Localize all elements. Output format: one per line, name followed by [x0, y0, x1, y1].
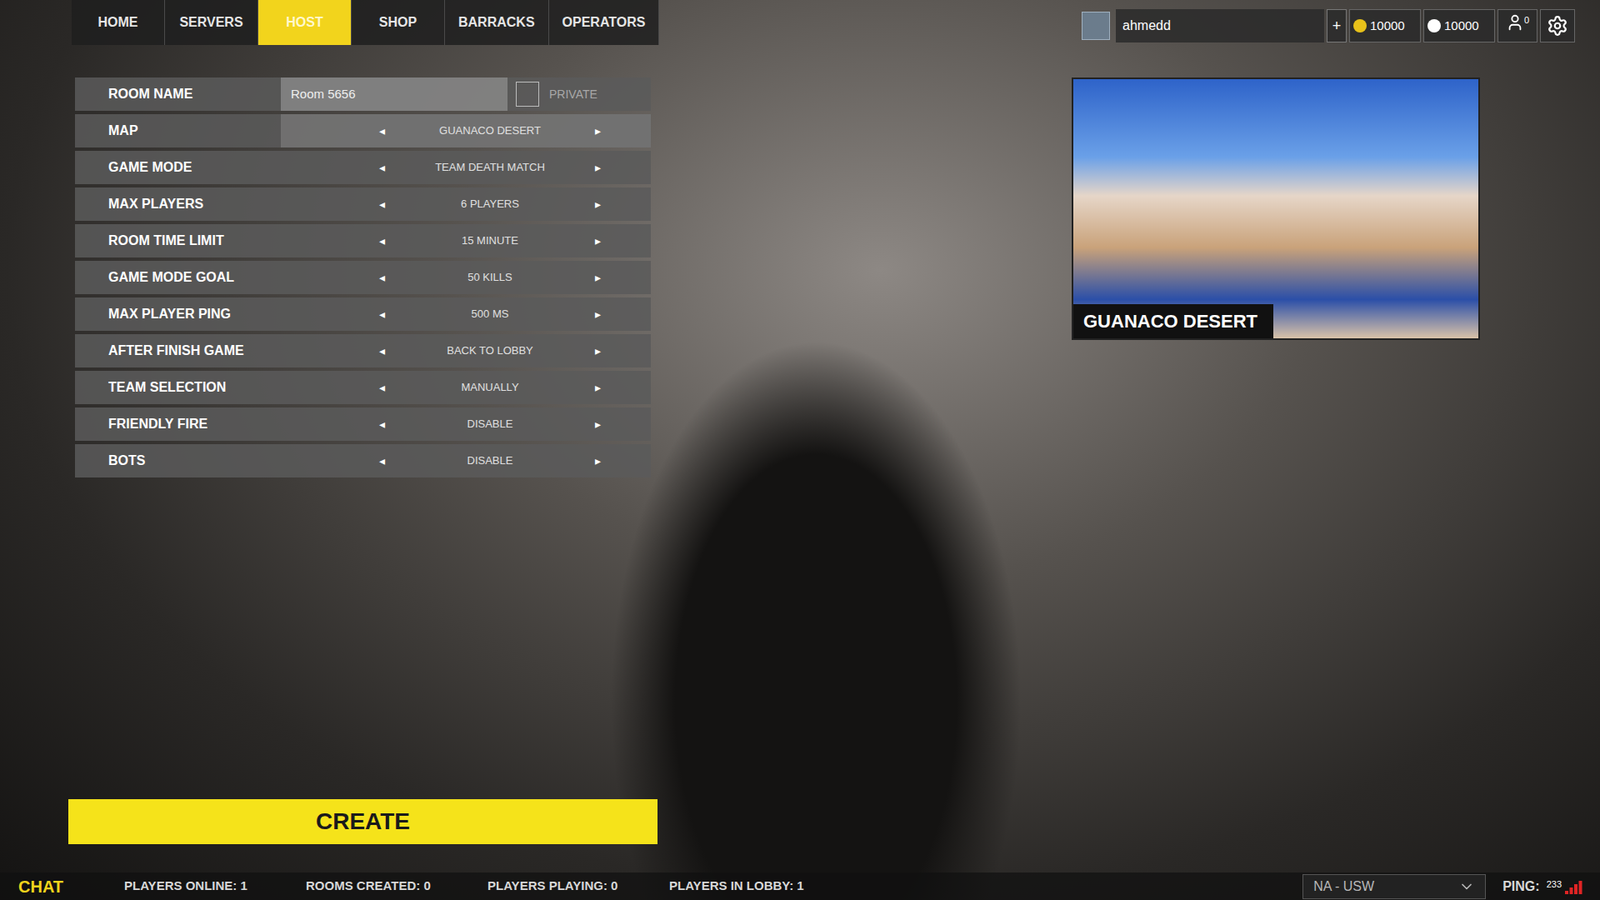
signal-icon [1565, 879, 1584, 895]
top-bar: HOMESERVERSHOSTSHOPBARRACKSOPERATORS ahme… [0, 0, 1600, 45]
stat-label: PLAYERS ONLINE: 1 [124, 876, 306, 896]
next-arrow[interactable]: ▸ [595, 379, 601, 397]
credit-icon [1427, 19, 1441, 33]
prev-arrow[interactable]: ◂ [379, 452, 385, 470]
setting-row: GAME MODE GOAL◂50 KILLS▸ [75, 260, 651, 295]
coins-display: 10000 [1349, 9, 1421, 43]
nav-tab[interactable]: OPERATORS [549, 0, 660, 45]
setting-row: MAP◂GUANACO DESERT▸ [75, 114, 651, 148]
setting-row: TEAM SELECTION◂MANUALLY▸ [75, 370, 651, 405]
create-button[interactable]: CREATE [68, 799, 658, 845]
setting-row: GAME MODE◂TEAM DEATH MATCH▸ [75, 150, 651, 185]
setting-value: 6 PLAYERS [460, 195, 520, 213]
prev-arrow[interactable]: ◂ [379, 305, 385, 324]
nav-tab[interactable]: HOST [258, 0, 352, 45]
add-currency-button[interactable]: + [1326, 9, 1347, 43]
friends-icon [1505, 13, 1525, 32]
setting-row: AFTER FINISH GAME◂BACK TO LOBBY▸ [75, 334, 651, 368]
region-dropdown[interactable]: NA - USW [1302, 874, 1486, 900]
friends-button[interactable]: 0 [1497, 9, 1538, 43]
stat-label: PLAYERS IN LOBBY: 1 [669, 876, 851, 896]
account-bar: ahmedd+10000100000 [1081, 8, 1575, 44]
next-arrow[interactable]: ▸ [595, 232, 601, 250]
map-preview: GUANACO DESERT [1071, 77, 1480, 340]
status-bar: CHATPLAYERS ONLINE: 1ROOMS CREATED: 0PLA… [0, 872, 1600, 900]
prev-arrow[interactable]: ◂ [379, 195, 385, 214]
settings-button[interactable] [1540, 9, 1575, 43]
next-arrow[interactable]: ▸ [595, 159, 601, 177]
settings-panel: ROOM NAMERoom 5656PRIVATEMAP◂GUANACO DES… [75, 77, 651, 478]
prev-arrow[interactable]: ◂ [379, 269, 385, 287]
ping-value: 233 [1546, 877, 1562, 892]
room-name-row: ROOM NAMERoom 5656PRIVATE [75, 77, 651, 111]
host-screen: HOMESERVERSHOSTSHOPBARRACKSOPERATORS ahme… [0, 0, 1600, 900]
next-arrow[interactable]: ▸ [595, 195, 601, 214]
room-name-input[interactable]: Room 5656 [280, 77, 508, 111]
nav-tab[interactable]: BARRACKS [445, 0, 550, 45]
prev-arrow[interactable]: ◂ [379, 342, 385, 360]
nav-tab[interactable]: SERVERS [165, 0, 259, 45]
next-arrow[interactable]: ▸ [595, 269, 601, 287]
setting-value: TEAM DEATH MATCH [435, 159, 545, 176]
setting-row: BOTS◂DISABLE▸ [75, 444, 651, 478]
chat-button[interactable]: CHAT [18, 874, 125, 900]
map-caption: GUANACO DESERT [1073, 304, 1274, 339]
setting-value: DISABLE [467, 452, 514, 470]
chevron-icon [1458, 878, 1475, 895]
next-arrow[interactable]: ▸ [595, 342, 601, 360]
next-arrow[interactable]: ▸ [595, 122, 601, 140]
main-area: ROOM NAMERoom 5656PRIVATEMAP◂GUANACO DES… [0, 77, 1600, 478]
nav-tab[interactable]: SHOP [351, 0, 445, 45]
setting-value: 50 KILLS [467, 269, 513, 286]
setting-value: BACK TO LOBBY [446, 342, 534, 360]
credits-display: 10000 [1423, 9, 1495, 43]
username-field: ahmedd [1115, 9, 1325, 43]
prev-arrow[interactable]: ◂ [379, 159, 385, 177]
private-checkbox[interactable] [515, 81, 540, 107]
prev-arrow[interactable]: ◂ [379, 415, 385, 434]
setting-value: GUANACO DESERT [439, 122, 541, 140]
setting-row: FRIENDLY FIRE◂DISABLE▸ [75, 407, 651, 441]
setting-row: ROOM TIME LIMIT◂15 MINUTE▸ [75, 224, 651, 258]
next-arrow[interactable]: ▸ [595, 415, 601, 434]
stat-label: PLAYERS PLAYING: 0 [487, 876, 670, 896]
gear-icon [1546, 15, 1569, 37]
setting-row: MAX PLAYER PING◂500 MS▸ [75, 297, 651, 331]
setting-row: MAX PLAYERS◂6 PLAYERS▸ [75, 187, 651, 221]
stat-label: ROOMS CREATED: 0 [305, 876, 488, 896]
prev-arrow[interactable]: ◂ [379, 379, 385, 397]
coin-icon [1353, 19, 1367, 33]
avatar-icon[interactable] [1081, 11, 1110, 40]
setting-value: DISABLE [467, 415, 514, 433]
prev-arrow[interactable]: ◂ [379, 232, 385, 250]
nav-tab[interactable]: HOME [71, 0, 165, 45]
next-arrow[interactable]: ▸ [595, 452, 601, 470]
prev-arrow[interactable]: ◂ [379, 122, 385, 140]
nav-tabs: HOMESERVERSHOSTSHOPBARRACKSOPERATORS [71, 0, 660, 45]
setting-value: 15 MINUTE [461, 232, 519, 250]
next-arrow[interactable]: ▸ [595, 305, 601, 324]
setting-value: MANUALLY [460, 379, 519, 396]
setting-value: 500 MS [471, 305, 510, 323]
